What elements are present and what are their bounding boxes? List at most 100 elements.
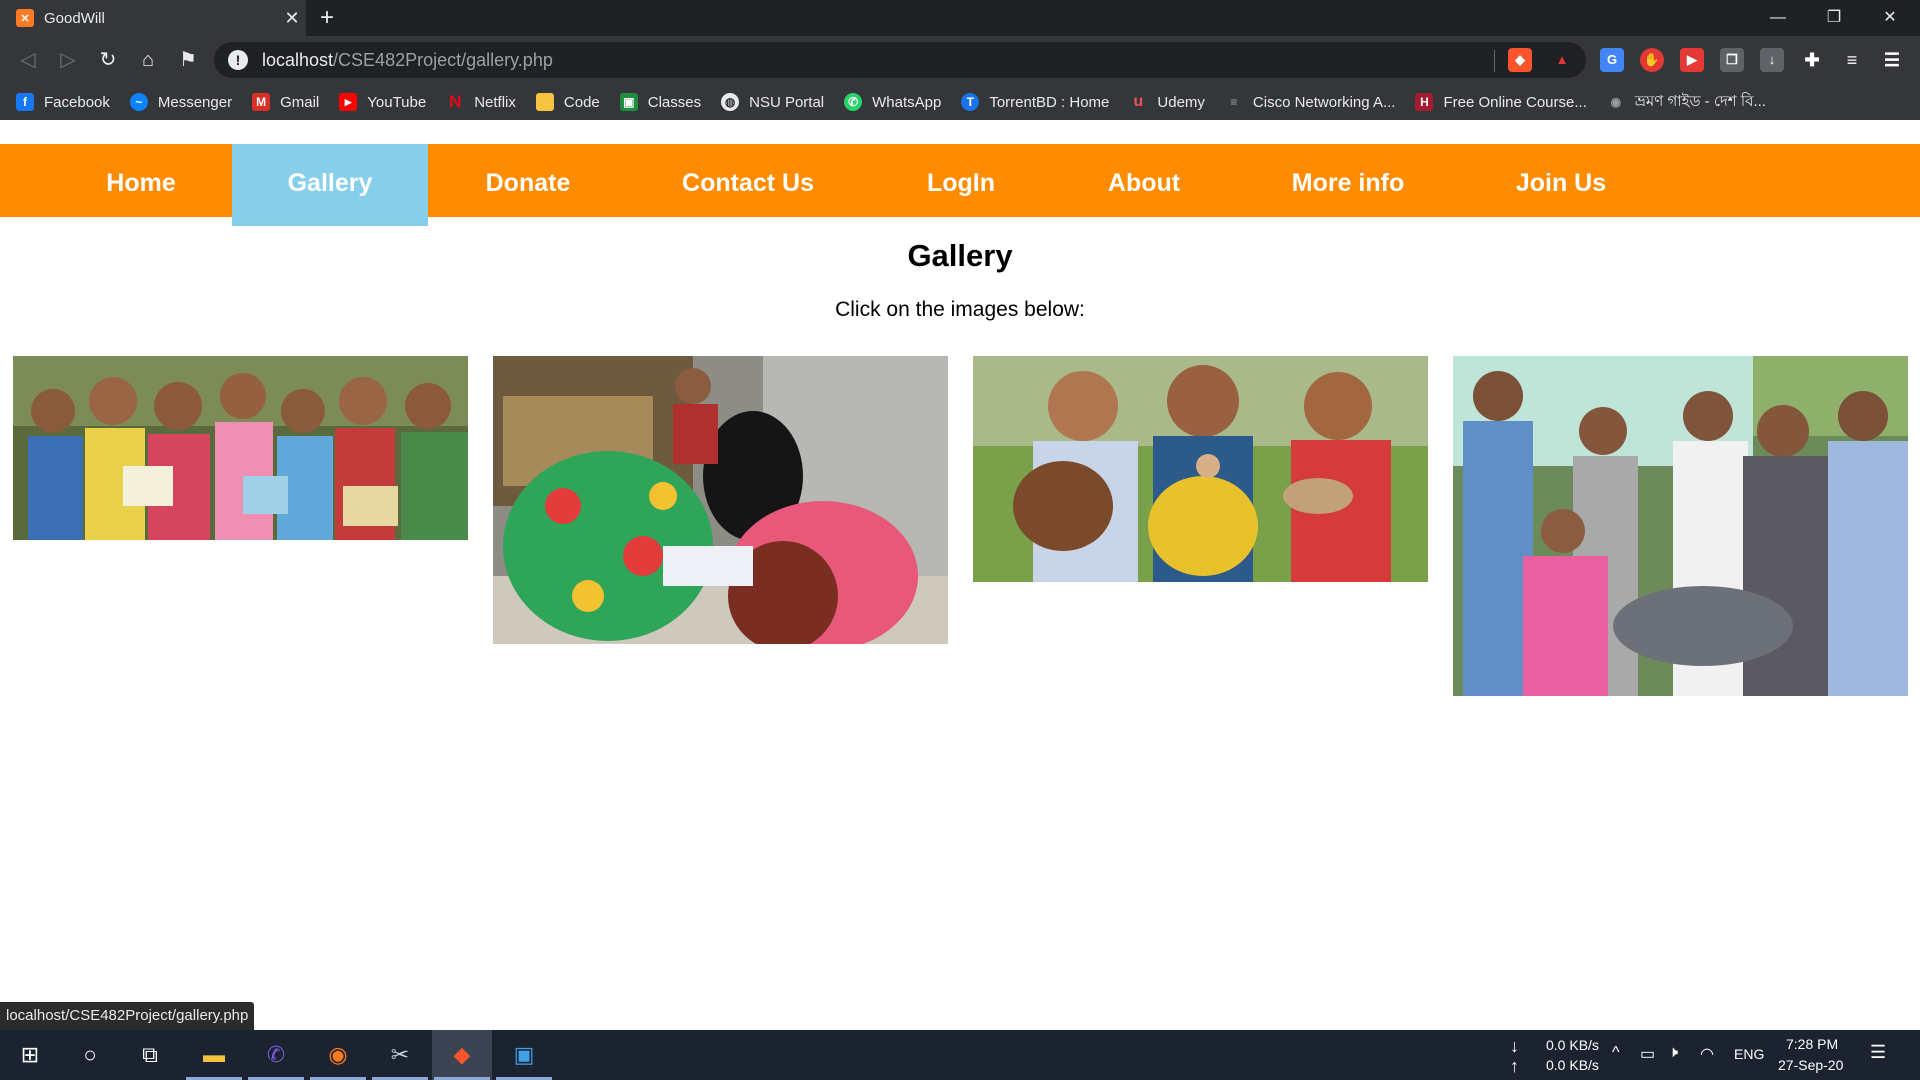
clock-date[interactable]: 27-Sep-20 <box>1778 1057 1843 1073</box>
brave-shield-icon[interactable]: ◆ <box>1508 48 1532 72</box>
page-title: Gallery <box>907 238 1013 273</box>
page-content: Home Gallery Donate Contact Us LogIn Abo… <box>0 124 1920 1030</box>
upload-arrow-icon: ↑ <box>1510 1056 1519 1076</box>
download-extension-icon[interactable]: ↓ <box>1760 48 1784 72</box>
bookmark-whatsapp[interactable]: ✆ WhatsApp <box>844 93 941 111</box>
url-path: /CSE482Project/gallery.php <box>333 49 553 70</box>
nav-more-info[interactable]: More info <box>1268 144 1428 217</box>
bookmark-classes[interactable]: ▣ Classes <box>619 93 702 111</box>
nav-gallery[interactable]: Gallery <box>232 144 428 226</box>
nav-about[interactable]: About <box>1080 144 1208 217</box>
firefox-icon[interactable]: ◉ <box>308 1030 368 1080</box>
media-playlist-icon[interactable]: ≡ <box>1840 48 1864 72</box>
messenger-icon: ~ <box>129 93 148 111</box>
bookmark-label: Netflix <box>474 93 516 111</box>
bookmark-label: Code <box>563 93 600 111</box>
bookmark-label: Gmail <box>280 93 320 111</box>
nav-home[interactable]: Home <box>80 144 202 217</box>
minimize-icon[interactable]: — <box>1750 0 1806 36</box>
bookmark-messenger[interactable]: ~ Messenger <box>129 93 233 111</box>
volume-icon[interactable]: 🕨 <box>1668 1044 1678 1062</box>
bookmark-cisco[interactable]: ≡ Cisco Networking A... <box>1225 93 1396 111</box>
brave-rewards-icon[interactable]: ▲ <box>1550 48 1574 72</box>
bookmark-free-online-course[interactable]: H Free Online Course... <box>1415 93 1587 111</box>
reload-icon[interactable]: ↻ <box>92 44 124 76</box>
children-with-goats-photo[interactable] <box>973 356 1428 582</box>
google-classroom-icon: ▣ <box>619 93 638 111</box>
facebook-icon: f <box>16 93 34 111</box>
omnibox-divider <box>1494 50 1495 72</box>
bookmark-label: Messenger <box>157 93 233 111</box>
photos-app-icon[interactable]: ▣ <box>494 1030 554 1080</box>
bookmark-label: Free Online Course... <box>1443 93 1587 111</box>
bookmark-nsu-portal[interactable]: ◍ NSU Portal <box>721 93 824 111</box>
task-view-icon[interactable]: ⧉ <box>120 1030 180 1080</box>
net-upload-speed: 0.0 KB/s <box>1546 1057 1599 1073</box>
forward-icon[interactable]: ▷ <box>52 44 84 76</box>
battery-icon[interactable]: ▭ <box>1640 1044 1655 1064</box>
bookmark-label: WhatsApp <box>872 93 942 111</box>
bookmark-label: YouTube <box>367 93 427 111</box>
bookmark-netflix[interactable]: N Netflix <box>446 93 516 111</box>
browser-toolbar: ◁ ▷ ↻ ⌂ ⚑ ! localhost/CSE482Project/gall… <box>0 36 1920 84</box>
nav-donate[interactable]: Donate <box>460 144 596 217</box>
bookmark-label: Udemy <box>1157 93 1205 111</box>
brave-browser-icon[interactable]: ◆ <box>432 1030 492 1080</box>
address-bar[interactable]: ! localhost/CSE482Project/gallery.php <box>214 42 1586 78</box>
google-translate-icon[interactable]: G <box>1600 48 1624 72</box>
women-writing-photo[interactable] <box>493 356 948 644</box>
windows-taskbar: ⊞ ○ ⧉ ▬ ✆ ◉ ✂ ◆ ▣ ↓ ↑ 0.0 KB/s 0.0 KB/s … <box>0 1030 1920 1080</box>
home-icon[interactable]: ⌂ <box>132 44 164 76</box>
extensions-puzzle-icon[interactable]: ✚ <box>1800 48 1824 72</box>
torrentbd-icon: T <box>961 93 980 111</box>
site-navbar: Home Gallery Donate Contact Us LogIn Abo… <box>0 144 1920 226</box>
file-explorer-icon[interactable]: ▬ <box>184 1030 244 1080</box>
cortana-search-icon[interactable]: ○ <box>60 1030 120 1080</box>
donation-ceremony-photo[interactable] <box>1453 356 1908 696</box>
bookmark-udemy[interactable]: u Udemy <box>1129 93 1205 111</box>
bookmark-youtube[interactable]: ▶ YouTube <box>339 93 426 111</box>
xampp-icon: ✕ <box>16 9 34 27</box>
children-with-books-photo[interactable] <box>13 356 468 540</box>
nav-login[interactable]: LogIn <box>900 144 1022 217</box>
clock-time[interactable]: 7:28 PM <box>1786 1036 1838 1052</box>
nav-contact-us[interactable]: Contact Us <box>660 144 836 217</box>
show-hidden-icons-icon[interactable]: ^ <box>1612 1044 1620 1062</box>
nav-join-us[interactable]: Join Us <box>1488 144 1634 217</box>
back-icon[interactable]: ◁ <box>12 44 44 76</box>
browser-tab[interactable]: ✕ GoodWill ✕ <box>0 0 306 36</box>
bookmark-code-folder[interactable]: Code <box>535 93 600 111</box>
info-icon[interactable]: ! <box>228 50 248 70</box>
windows-start-icon[interactable]: ⊞ <box>0 1030 60 1080</box>
new-tab-button[interactable]: + <box>312 4 342 32</box>
bookmark-travel-guide[interactable]: ◉ ভ্রমণ গাইড - দেশ বি... <box>1607 90 1766 115</box>
menu-icon[interactable]: ☰ <box>1880 48 1904 72</box>
language-indicator[interactable]: ENG <box>1734 1046 1764 1062</box>
bookmark-label: Facebook <box>44 93 110 111</box>
udemy-icon: u <box>1133 93 1144 110</box>
download-arrow-icon: ↓ <box>1510 1036 1519 1056</box>
bookmark-icon[interactable]: ⚑ <box>172 44 204 76</box>
restore-icon[interactable]: ❐ <box>1806 0 1862 36</box>
bookmark-gmail[interactable]: M Gmail <box>252 93 319 111</box>
folder-icon <box>535 93 554 111</box>
wifi-icon[interactable]: ◠ <box>1700 1044 1714 1064</box>
bookmark-label: Classes <box>647 93 702 111</box>
bookmark-facebook[interactable]: f Facebook <box>16 93 110 111</box>
net-download-speed: 0.0 KB/s <box>1546 1037 1599 1053</box>
link-status-bar: localhost/CSE482Project/gallery.php <box>0 1002 255 1032</box>
url-host: localhost <box>262 49 334 70</box>
close-tab-icon[interactable]: ✕ <box>278 8 306 29</box>
whatsapp-icon: ✆ <box>844 93 863 111</box>
location-pin-icon: ◉ <box>1610 95 1622 109</box>
video-downloader-icon[interactable]: ▶ <box>1680 48 1704 72</box>
close-window-icon[interactable]: ✕ <box>1862 0 1918 36</box>
bookmark-label: Cisco Networking A... <box>1252 93 1396 111</box>
bookmarks-bar: f Facebook ~ Messenger M Gmail ▶ YouTube N Ne… <box>0 84 1920 120</box>
bookmark-torrentbd[interactable]: T TorrentBD : Home <box>961 93 1109 111</box>
copy-extension-icon[interactable]: ❐ <box>1720 48 1744 72</box>
action-center-icon[interactable]: ☰ <box>1870 1042 1886 1063</box>
adblock-icon[interactable]: ✋ <box>1640 48 1664 72</box>
viber-icon[interactable]: ✆ <box>246 1030 306 1080</box>
snipping-tool-icon[interactable]: ✂ <box>370 1030 430 1080</box>
